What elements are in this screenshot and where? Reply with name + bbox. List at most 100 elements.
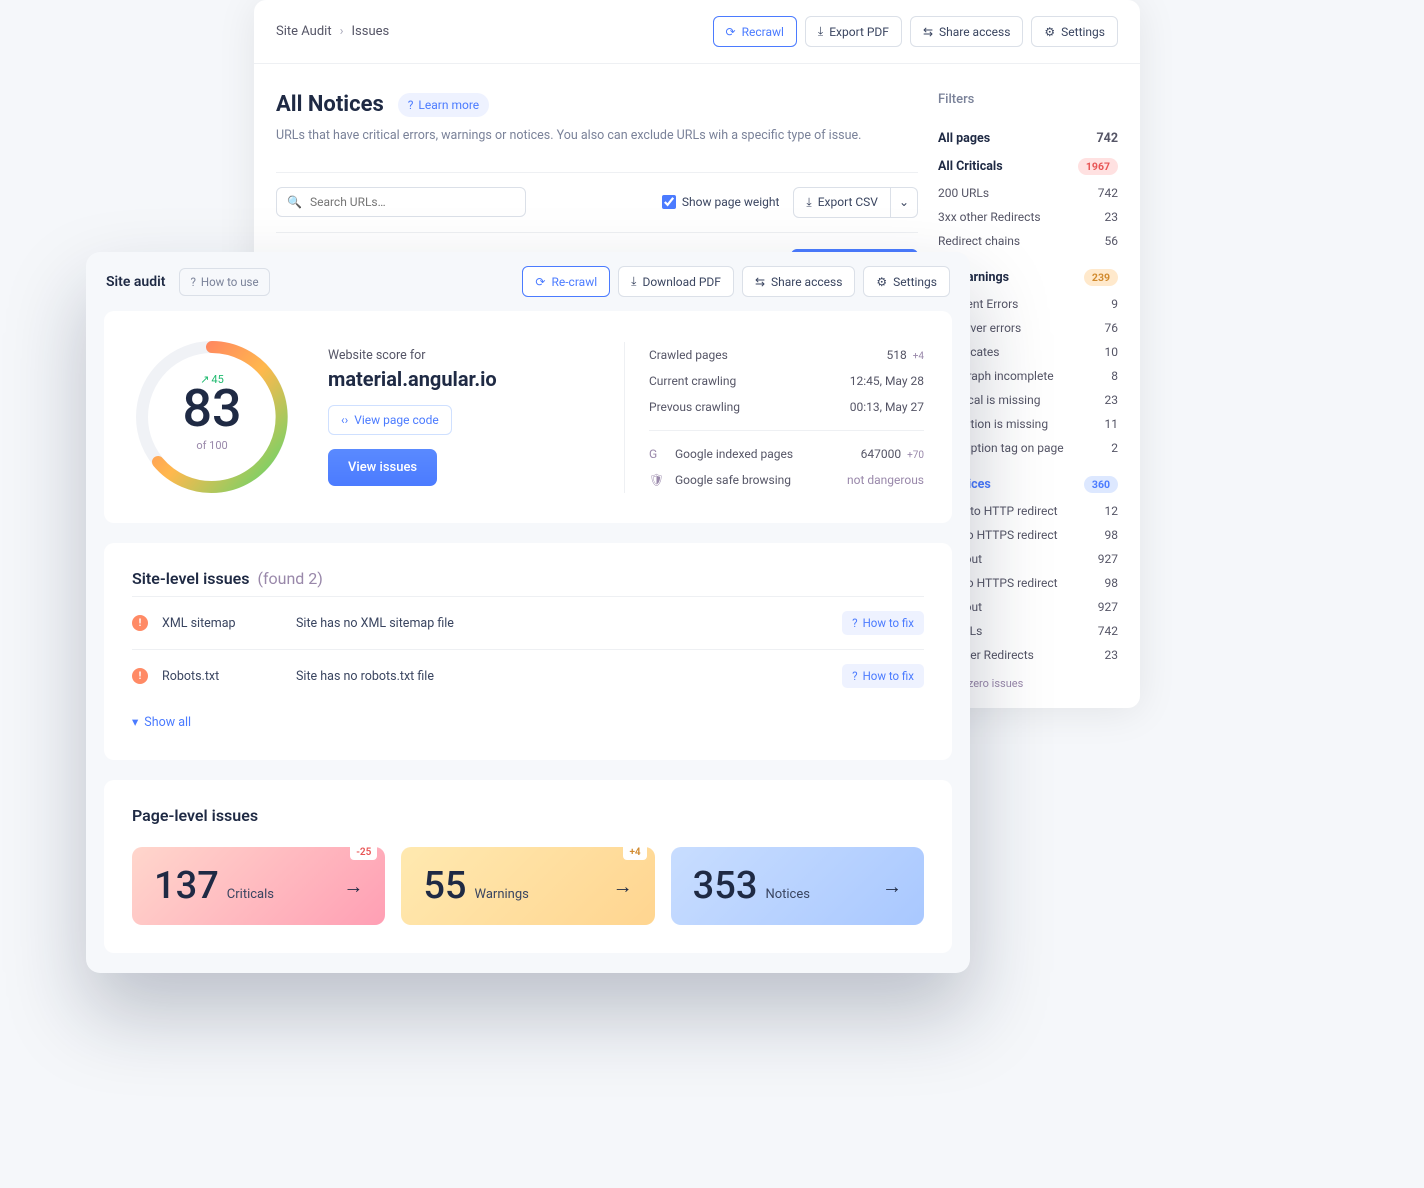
gear-icon: ⚙	[876, 275, 887, 289]
filter-item[interactable]: Redirect chains56	[938, 229, 1118, 253]
criticals-count: 137	[154, 864, 219, 908]
question-icon: ?	[190, 275, 195, 289]
how-to-fix-button[interactable]: ? How to fix	[842, 611, 924, 635]
header-actions: ⟳ Recrawl ⤓ Export PDF ⇆ Share access ⚙ …	[713, 16, 1118, 47]
site-level-panel: Site-level issues (found 2) ! XML sitema…	[104, 543, 952, 760]
stat-safe-browsing: 🛡Google safe browsing not dangerous	[649, 467, 924, 493]
filter-criticals-label: All Criticals	[938, 159, 1003, 174]
recrawl-button[interactable]: ⟳ Re-crawl	[522, 266, 610, 297]
download-pdf-button[interactable]: ⤓ Download PDF	[618, 266, 734, 297]
notices-tile[interactable]: 353 Notices →	[671, 847, 924, 925]
how-to-use-button[interactable]: ? How to use	[179, 268, 269, 296]
page-title: All Notices	[276, 92, 384, 117]
site-level-title: Site-level issues	[132, 569, 249, 588]
score-gauge: ↗ 45 83 of 100	[132, 337, 292, 497]
score-panel: ↗ 45 83 of 100 Website score for materia…	[104, 311, 952, 523]
trend-up-icon: ↗	[200, 373, 209, 386]
download-icon: ⤓	[631, 274, 636, 289]
recrawl-button[interactable]: ⟳ Recrawl	[713, 16, 797, 47]
learn-more-link[interactable]: ? Learn more	[398, 93, 489, 117]
stat-previous-crawl: Prevous crawling 00:13, May 27	[649, 394, 924, 420]
criticals-label: Criticals	[227, 887, 274, 902]
question-icon: ?	[408, 98, 414, 112]
share-icon: ⇆	[755, 275, 765, 289]
download-icon: ⤓	[806, 195, 811, 210]
filter-all-pages-label: All pages	[938, 131, 990, 146]
arrow-right-icon: →	[613, 874, 633, 899]
site-level-found: (found 2)	[257, 569, 322, 588]
chevron-right-icon: ›	[340, 24, 344, 39]
arrow-right-icon: →	[343, 874, 363, 899]
stat-current-crawl: Current crawling 12:45, May 28	[649, 368, 924, 394]
code-icon: ‹›	[341, 413, 348, 427]
export-csv-label: Export CSV	[818, 195, 878, 209]
page-level-panel: Page-level issues -25 137 Criticals → +4…	[104, 780, 952, 953]
show-weight-checkbox[interactable]	[662, 195, 676, 209]
issue-desc: Site has no robots.txt file	[296, 669, 828, 684]
show-all-label: Show all	[144, 715, 191, 730]
export-pdf-label: Export PDF	[829, 25, 889, 39]
score-trend: ↗ 45	[200, 373, 224, 386]
refresh-icon: ⟳	[535, 275, 545, 289]
warnings-tile[interactable]: +4 55 Warnings →	[401, 847, 654, 925]
show-weight-toggle[interactable]: Show page weight	[662, 195, 780, 209]
notices-label: Notices	[765, 887, 810, 902]
view-page-code-button[interactable]: ‹› View page code	[328, 405, 452, 435]
settings-button[interactable]: ⚙ Settings	[1031, 16, 1118, 47]
site-audit-card: Site audit ? How to use ⟳ Re-crawl ⤓ Dow…	[86, 252, 970, 973]
score-trend-value: 45	[211, 373, 223, 386]
search-icon: 🔍	[287, 195, 302, 209]
how-to-use-label: How to use	[201, 275, 259, 289]
view-code-label: View page code	[354, 413, 439, 427]
stats-column: Crawled pages 518+4 Current crawling 12:…	[624, 342, 924, 493]
issue-desc: Site has no XML sitemap file	[296, 616, 828, 631]
criticals-delta: -25	[350, 845, 377, 860]
share-access-button[interactable]: ⇆ Share access	[742, 266, 855, 297]
stat-indexed: GGoogle indexed pages 647000+70	[649, 441, 924, 467]
warnings-label: Warnings	[475, 887, 529, 902]
shield-icon: 🛡	[649, 473, 665, 487]
score-label: Website score for	[328, 348, 588, 363]
criticals-badge: 1967	[1078, 158, 1118, 175]
filter-item[interactable]: 3xx other Redirects23	[938, 205, 1118, 229]
export-pdf-button[interactable]: ⤓ Export PDF	[805, 16, 902, 47]
learn-more-label: Learn more	[418, 98, 479, 112]
page-subtitle: URLs that have critical errors, warnings…	[276, 127, 918, 146]
download-icon: ⤓	[818, 24, 823, 39]
stat-crawled: Crawled pages 518+4	[649, 342, 924, 368]
how-to-fix-button[interactable]: ? How to fix	[842, 664, 924, 688]
alert-icon: !	[132, 668, 148, 684]
gear-icon: ⚙	[1044, 25, 1055, 39]
download-pdf-label: Download PDF	[642, 275, 720, 289]
issue-name: XML sitemap	[162, 616, 282, 631]
alert-icon: !	[132, 615, 148, 631]
arrow-right-icon: →	[882, 874, 902, 899]
issue-row: ! Robots.txt Site has no robots.txt file…	[132, 649, 924, 702]
criticals-tile[interactable]: -25 137 Criticals →	[132, 847, 385, 925]
page-level-title: Page-level issues	[132, 806, 924, 825]
filters-heading: Filters	[938, 92, 1118, 107]
recrawl-label: Recrawl	[742, 25, 784, 39]
view-issues-button[interactable]: View issues	[328, 449, 437, 486]
settings-button[interactable]: ⚙ Settings	[863, 266, 950, 297]
settings-label: Settings	[1061, 25, 1105, 39]
score-domain: material.angular.io	[328, 367, 588, 391]
chevron-down-icon: ▾	[132, 714, 138, 730]
show-all-button[interactable]: ▾ Show all	[132, 702, 924, 734]
show-weight-label: Show page weight	[682, 195, 780, 209]
front-title: Site audit	[106, 274, 165, 290]
export-csv-dropdown[interactable]: ⌄	[891, 187, 918, 218]
search-input-wrap: 🔍	[276, 187, 526, 217]
chevron-down-icon: ⌄	[899, 195, 909, 209]
share-access-button[interactable]: ⇆ Share access	[910, 16, 1023, 47]
issue-name: Robots.txt	[162, 669, 282, 684]
warnings-delta: +4	[623, 845, 646, 860]
export-csv-button[interactable]: ⤓ Export CSV	[793, 187, 891, 218]
filter-all-pages[interactable]: All pages 742	[938, 125, 1118, 152]
breadcrumb-root[interactable]: Site Audit	[276, 24, 332, 39]
breadcrumb: Site Audit › Issues	[276, 24, 389, 39]
share-label: Share access	[771, 275, 842, 289]
filter-criticals[interactable]: All Criticals 1967	[938, 152, 1118, 181]
filter-item[interactable]: 200 URLs742	[938, 181, 1118, 205]
search-input[interactable]	[310, 195, 515, 209]
